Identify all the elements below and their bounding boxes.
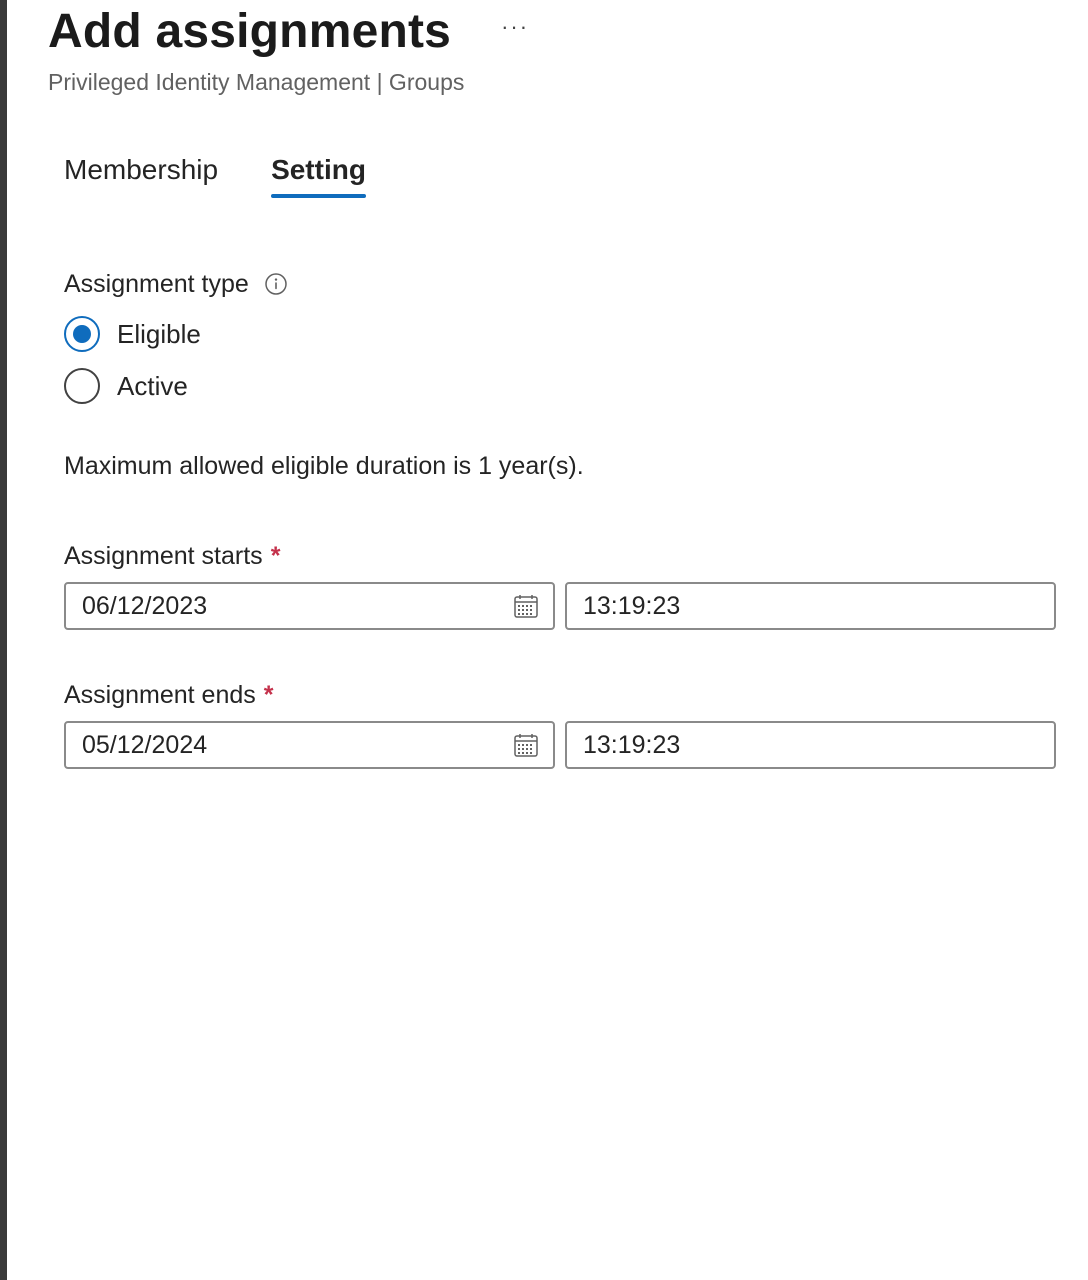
calendar-icon[interactable]: [513, 593, 539, 619]
tab-bar: Membership Setting: [64, 150, 419, 198]
assignment-starts-label-row: Assignment starts *: [64, 540, 1056, 572]
end-time-value: 13:19:23: [583, 730, 681, 759]
tab-membership[interactable]: Membership: [64, 150, 218, 198]
end-time-input[interactable]: 13:19:23: [565, 721, 1056, 769]
more-options-button[interactable]: ···: [499, 16, 531, 48]
radio-eligible-control[interactable]: [64, 316, 100, 352]
assignment-type-label-row: Assignment type: [64, 268, 287, 300]
assignment-ends-label: Assignment ends: [64, 681, 256, 709]
assignment-ends-label-row: Assignment ends *: [64, 679, 1056, 711]
panel-header: Add assignments ··· Privileged Identity …: [48, 4, 1048, 96]
start-time-value: 13:19:23: [583, 591, 681, 620]
assignment-type-group: Assignment type Eligible Active: [64, 268, 287, 412]
start-date-value: 06/12/2023: [82, 591, 208, 620]
title-row: Add assignments ···: [48, 4, 1048, 60]
add-assignments-panel: Add assignments ··· Privileged Identity …: [7, 0, 1088, 1280]
radio-active-control[interactable]: [64, 368, 100, 404]
required-mark: *: [270, 542, 281, 570]
page-title: Add assignments: [48, 5, 452, 58]
end-date-input[interactable]: 05/12/2024: [64, 721, 555, 769]
assignment-starts-fields: 06/12/2023 13:19:23: [64, 582, 1056, 630]
window-left-edge: [0, 0, 7, 1280]
assignment-ends-group: Assignment ends * 05/12/2024 13:19:23: [64, 679, 1056, 769]
radio-active-label: Active: [117, 370, 188, 401]
duration-note: Maximum allowed eligible duration is 1 y…: [64, 452, 584, 480]
assignment-starts-label: Assignment starts: [64, 542, 263, 570]
assignment-ends-fields: 05/12/2024 13:19:23: [64, 721, 1056, 769]
radio-active[interactable]: Active: [64, 360, 287, 412]
radio-eligible-label: Eligible: [117, 318, 201, 349]
assignment-starts-group: Assignment starts * 06/12/2023 13:19:23: [64, 540, 1056, 630]
required-mark: *: [263, 681, 274, 709]
start-time-input[interactable]: 13:19:23: [565, 582, 1056, 630]
page-subtitle: Privileged Identity Management | Groups: [48, 69, 465, 95]
start-date-input[interactable]: 06/12/2023: [64, 582, 555, 630]
info-icon[interactable]: [265, 273, 287, 295]
calendar-icon[interactable]: [513, 732, 539, 758]
radio-eligible[interactable]: Eligible: [64, 308, 287, 360]
end-date-value: 05/12/2024: [82, 730, 208, 759]
tab-setting[interactable]: Setting: [271, 150, 366, 198]
assignment-type-label: Assignment type: [64, 270, 249, 298]
